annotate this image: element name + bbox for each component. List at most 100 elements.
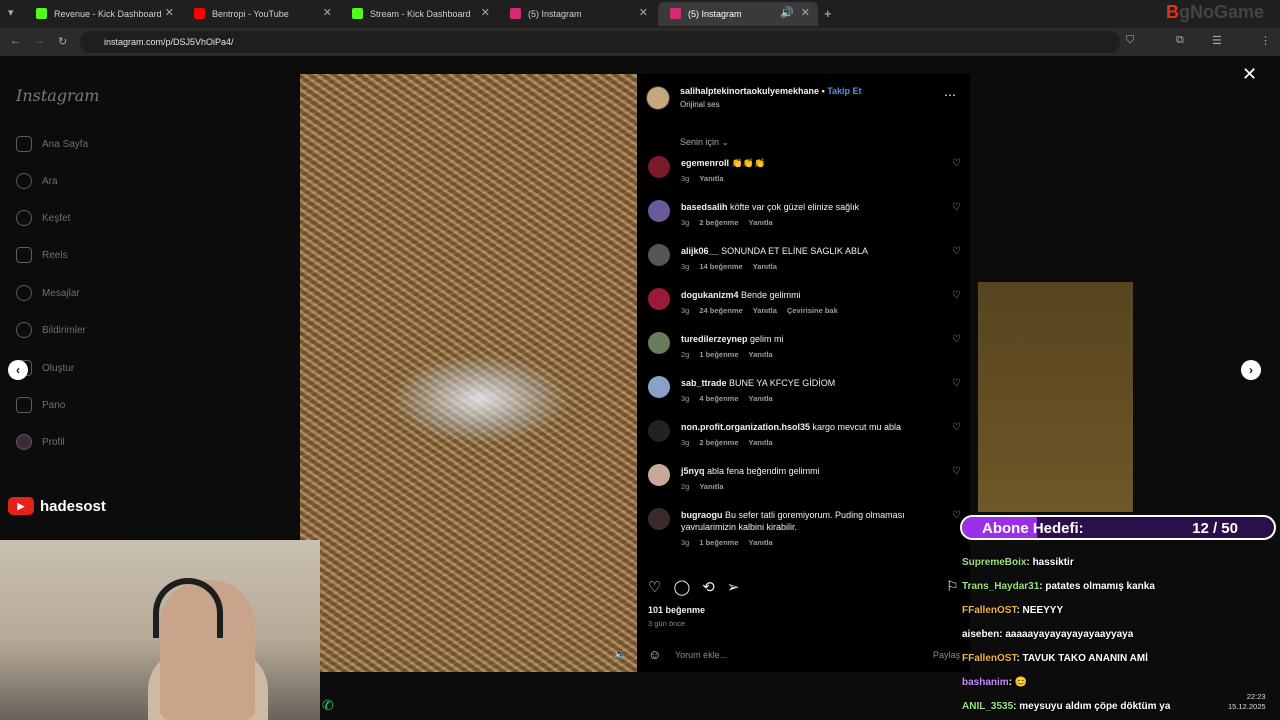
like-comment-icon[interactable]: ♡	[952, 510, 961, 521]
comment-username[interactable]: turedilerzeynep	[681, 334, 748, 344]
sidebar-item-explore[interactable]: Keşfet	[16, 208, 70, 228]
like-comment-icon[interactable]: ♡	[952, 378, 961, 389]
next-post-button[interactable]: ›	[1241, 360, 1261, 380]
close-tab-icon[interactable]: ✕	[323, 6, 332, 19]
sidebar-item-messages[interactable]: Mesajlar	[16, 283, 80, 303]
comment-input[interactable]: Yorum ekle...	[675, 650, 727, 660]
reply-button[interactable]: Yanıtla	[749, 438, 773, 447]
comment-text: dogukanizm4 Bende gelimmi	[681, 289, 941, 301]
avatar[interactable]	[648, 244, 670, 266]
comment-likes[interactable]: 1 beğenme	[699, 350, 738, 359]
previous-post-button[interactable]: ‹	[8, 360, 28, 380]
reply-button[interactable]: Yanıtla	[749, 538, 773, 547]
close-modal-icon[interactable]: ✕	[1242, 64, 1257, 85]
comment-username[interactable]: alijk06__	[681, 246, 719, 256]
post-username[interactable]: salihalptekinortaokulyemekhane	[680, 86, 819, 96]
sidebar-item-notifications[interactable]: Bildirimler	[16, 320, 86, 340]
sidebar-item-dashboard[interactable]: Pano	[16, 395, 65, 415]
like-count[interactable]: 101 beğenme	[648, 605, 705, 615]
reply-button[interactable]: Yanıtla	[749, 218, 773, 227]
youtube-icon: ▶	[8, 497, 34, 515]
bookmark-icon[interactable]: ⚐	[946, 578, 959, 595]
comment-likes[interactable]: 4 beğenme	[699, 394, 738, 403]
post-video[interactable]: 🔈	[300, 74, 637, 672]
follow-button[interactable]: Takip Et	[827, 86, 861, 96]
tab-instagram[interactable]: (5) Instagram ✕	[498, 2, 656, 26]
kick-icon	[36, 8, 47, 19]
close-tab-icon[interactable]: ✕	[165, 6, 174, 19]
reply-button[interactable]: Yanıtla	[699, 482, 723, 491]
reload-icon[interactable]: ↻	[58, 35, 67, 48]
emoji-icon[interactable]: ☺	[648, 647, 661, 662]
sidebar-item-search[interactable]: Ara	[16, 171, 58, 191]
like-icon[interactable]: ♡	[648, 578, 661, 596]
chat-text: : meysuyu aldım çöpe döktüm ya	[1013, 701, 1171, 712]
comment-username[interactable]: non.profit.organization.hsol35	[681, 422, 810, 432]
comment-likes[interactable]: 1 beğenme	[699, 538, 738, 547]
close-tab-icon[interactable]: ✕	[801, 6, 810, 19]
tab-list-icon[interactable]: ▾	[8, 6, 14, 19]
reply-button[interactable]: Yanıtla	[699, 174, 723, 183]
tab-instagram-active[interactable]: (5) Instagram 🔊 ✕	[658, 2, 818, 26]
comment-sort[interactable]: Senin için ⌄	[680, 137, 729, 148]
avatar[interactable]	[648, 508, 670, 530]
back-icon[interactable]: ←	[10, 35, 21, 47]
close-tab-icon[interactable]: ✕	[481, 6, 490, 19]
extensions-icon[interactable]: ⧉	[1176, 34, 1184, 47]
forward-icon[interactable]: →	[34, 35, 45, 47]
reply-button[interactable]: Yanıtla	[749, 350, 773, 359]
comment-username[interactable]: egemenroll	[681, 158, 729, 168]
sidebar-item-reels[interactable]: Reels	[16, 245, 68, 265]
post-comment-button[interactable]: Paylaş	[933, 650, 960, 660]
avatar[interactable]	[648, 420, 670, 442]
post-author-avatar[interactable]	[646, 86, 670, 110]
address-bar[interactable]: instagram.com/p/DSJ5VhOiPa4/	[80, 31, 1120, 53]
shield-icon[interactable]: ⛉	[1126, 34, 1134, 47]
reply-button[interactable]: Yanıtla	[753, 262, 777, 271]
comment-username[interactable]: dogukanizm4	[681, 290, 739, 300]
avatar[interactable]	[648, 200, 670, 222]
tab-stream[interactable]: Stream - Kick Dashboard ✕	[340, 2, 498, 26]
sidebar-item-home[interactable]: Ana Sayfa	[16, 134, 88, 154]
comment-likes[interactable]: 2 beğenme	[699, 218, 738, 227]
sidebar-item-profile[interactable]: Profil	[16, 432, 65, 452]
comment-username[interactable]: bugraogu	[681, 510, 723, 520]
reply-button[interactable]: Yanıtla	[753, 306, 777, 315]
more-options-icon[interactable]: ⋯	[944, 88, 956, 102]
tab-youtube[interactable]: Bentropi - YouTube ✕	[182, 2, 340, 26]
comment-likes[interactable]: 2 beğenme	[699, 438, 738, 447]
comment-username[interactable]: sab_ttrade	[681, 378, 727, 388]
comment-likes[interactable]: 24 beğenme	[699, 306, 742, 315]
like-comment-icon[interactable]: ♡	[952, 334, 961, 345]
whatsapp-icon[interactable]: ✆	[322, 697, 334, 714]
like-comment-icon[interactable]: ♡	[952, 466, 961, 477]
like-comment-icon[interactable]: ♡	[952, 422, 961, 433]
avatar[interactable]	[648, 376, 670, 398]
menu-icon[interactable]: ☰	[1212, 34, 1222, 47]
more-icon[interactable]: ⋮	[1260, 34, 1271, 47]
share-icon[interactable]: ➢	[727, 578, 740, 596]
repost-icon[interactable]: ⟲	[702, 578, 715, 596]
audio-label[interactable]: Orijinal ses	[680, 100, 720, 109]
comment-username[interactable]: basedsalih	[681, 202, 728, 212]
chevron-down-icon: ⌄	[721, 137, 730, 147]
like-comment-icon[interactable]: ♡	[952, 246, 961, 257]
instagram-logo[interactable]: Instagram	[16, 86, 99, 105]
comment-likes[interactable]: 14 beğenme	[699, 262, 742, 271]
comment-icon[interactable]: ◯	[673, 578, 690, 596]
close-tab-icon[interactable]: ✕	[639, 6, 648, 19]
avatar[interactable]	[648, 156, 670, 178]
reply-button[interactable]: Yanıtla	[749, 394, 773, 403]
like-comment-icon[interactable]: ♡	[952, 202, 961, 213]
see-translation-button[interactable]: Çevirisine bak	[787, 306, 838, 315]
avatar[interactable]	[648, 332, 670, 354]
tab-revenue[interactable]: Revenue - Kick Dashboard ✕	[24, 2, 182, 26]
avatar[interactable]	[648, 288, 670, 310]
mute-icon[interactable]: 🔈	[614, 649, 626, 660]
tab-label: Stream - Kick Dashboard	[370, 9, 471, 19]
like-comment-icon[interactable]: ♡	[952, 158, 961, 169]
new-tab-icon[interactable]: +	[824, 6, 832, 21]
like-comment-icon[interactable]: ♡	[952, 290, 961, 301]
comment-username[interactable]: j5nyq	[681, 466, 705, 476]
avatar[interactable]	[648, 464, 670, 486]
